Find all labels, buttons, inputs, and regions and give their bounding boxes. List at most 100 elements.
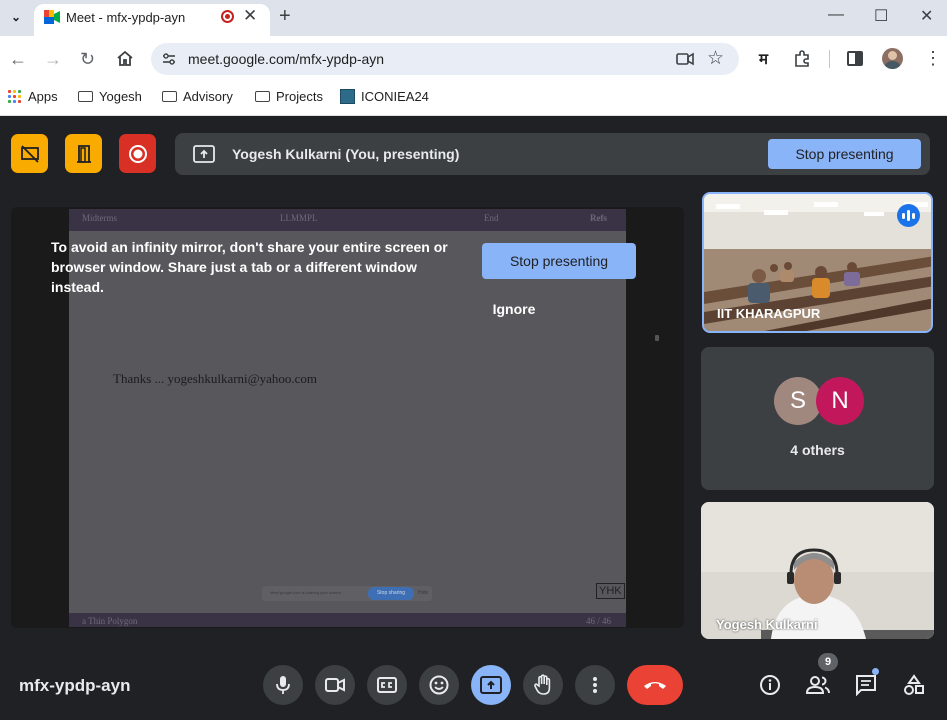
microphone-button[interactable] — [263, 665, 303, 705]
present-screen-icon — [193, 145, 215, 168]
record-icon — [128, 144, 147, 163]
microphone-icon — [276, 676, 290, 694]
door-icon — [76, 144, 91, 163]
chat-notification-dot — [872, 668, 879, 675]
slide-footer-left: a Thin Polygon — [82, 616, 138, 626]
participant-name: Yogesh Kulkarni — [716, 617, 818, 632]
minimize-icon[interactable]: — — [828, 6, 844, 24]
more-options-button[interactable] — [575, 665, 615, 705]
mini-share-banner: Meet.google.com is sharing your screen S… — [262, 586, 432, 601]
end-call-icon — [644, 682, 666, 689]
leave-call-button[interactable] — [627, 665, 683, 705]
reload-icon[interactable]: ↻ — [80, 49, 95, 70]
shapes-icon — [904, 674, 924, 695]
others-label: 4 others — [790, 442, 845, 458]
stop-presenting-button[interactable]: Stop presenting — [768, 139, 921, 169]
reactions-button[interactable] — [419, 665, 459, 705]
speaking-indicator-icon — [897, 204, 920, 227]
avatar: N — [816, 377, 864, 425]
profile-avatar[interactable] — [882, 48, 903, 69]
warning-stop-presenting-button[interactable]: Stop presenting — [482, 243, 636, 279]
mini-hide: Hide — [418, 590, 429, 596]
site-settings-icon[interactable] — [162, 52, 176, 71]
no-present-icon — [20, 144, 39, 163]
emoji-icon — [429, 675, 449, 695]
present-now-button[interactable] — [471, 665, 511, 705]
bookmark-label: Apps — [28, 89, 58, 104]
chat-button[interactable] — [853, 672, 879, 698]
participant-tile-others[interactable] — [701, 347, 934, 490]
bookmark-projects[interactable]: Projects — [255, 89, 323, 104]
slide-header-item: LLMMPL — [280, 213, 318, 223]
apps-grid-icon — [8, 89, 22, 104]
participant-count-badge: 9 — [818, 653, 838, 671]
raise-hand-button[interactable] — [523, 665, 563, 705]
avatar: S — [774, 377, 822, 425]
forward-icon[interactable]: → — [44, 49, 62, 70]
recording-button[interactable] — [119, 134, 156, 173]
mini-share-text: Meet.google.com is sharing your screen — [270, 590, 341, 595]
slide-header-item: Midterms — [82, 213, 117, 223]
more-vert-icon — [593, 677, 597, 693]
meeting-safety-button[interactable] — [65, 134, 102, 173]
slide-page-number: 46 / 46 — [586, 616, 612, 626]
host-controls-button[interactable] — [11, 134, 48, 173]
present-screen-icon — [480, 676, 502, 694]
maximize-icon[interactable]: ☐ — [874, 6, 888, 26]
people-button[interactable] — [805, 672, 831, 698]
presenting-text: Yogesh Kulkarni (You, presenting) — [232, 146, 460, 162]
bookmark-yogesh[interactable]: Yogesh — [78, 89, 142, 104]
info-icon — [760, 675, 780, 695]
close-window-icon[interactable]: ✕ — [920, 6, 933, 26]
bookmark-advisory[interactable]: Advisory — [162, 89, 233, 104]
hand-icon — [534, 674, 551, 695]
mini-stop-sharing: Stop sharing — [368, 587, 414, 600]
infinity-mirror-warning: To avoid an infinity mirror, don't share… — [51, 239, 448, 295]
bookmark-label: ICONIEA24 — [361, 89, 429, 104]
bookmark-star-icon[interactable]: ☆ — [707, 47, 724, 70]
site-icon — [340, 89, 355, 104]
camera-button[interactable] — [315, 665, 355, 705]
meeting-code: mfx-ypdp-ayn — [19, 676, 131, 695]
slide-header-bar — [69, 209, 626, 231]
bookmarks-bar — [0, 82, 947, 116]
close-tab-icon[interactable]: ✕ — [243, 6, 257, 26]
side-panel-icon[interactable] — [847, 51, 863, 66]
participant-name: IIT KHARAGPUR — [717, 306, 821, 321]
folder-icon — [162, 91, 177, 102]
bookmark-apps[interactable]: Apps — [8, 89, 58, 104]
people-icon — [806, 676, 830, 694]
profile-extension-icon[interactable]: म — [759, 49, 768, 69]
back-icon[interactable]: ← — [9, 49, 27, 70]
new-tab-icon[interactable]: + — [279, 5, 291, 28]
browser-menu-icon[interactable]: ⋮ — [924, 48, 942, 69]
ignore-button[interactable]: Ignore — [482, 301, 546, 317]
meeting-details-button[interactable] — [757, 672, 783, 698]
camera-icon — [325, 678, 345, 692]
url-text[interactable]: meet.google.com/mfx-ypdp-ayn — [188, 51, 384, 67]
bookmark-label: Yogesh — [99, 89, 142, 104]
meet-favicon-icon — [44, 10, 60, 24]
tab-search-button[interactable]: ⌄ — [5, 6, 27, 28]
bookmark-iconiea24[interactable]: ICONIEA24 — [340, 89, 429, 104]
captions-icon — [377, 677, 397, 693]
slide-header-item: Refs — [590, 213, 607, 223]
camera-in-use-icon[interactable] — [676, 52, 694, 71]
extensions-icon[interactable] — [793, 50, 811, 73]
folder-icon — [255, 91, 270, 102]
chat-icon — [856, 675, 876, 696]
cursor-mark — [655, 335, 659, 341]
toolbar-divider — [829, 50, 830, 68]
slide-footer-bar — [69, 613, 626, 627]
bookmark-label: Projects — [276, 89, 323, 104]
tab-title: Meet - mfx-ypdp-ayn — [66, 10, 186, 25]
slide-header-item: End — [484, 213, 499, 223]
slide-logo: YHK — [596, 583, 625, 599]
recording-indicator-icon — [221, 10, 234, 23]
activities-button[interactable] — [901, 672, 927, 698]
home-icon[interactable] — [116, 50, 134, 71]
slide-body-text: Thanks ... yogeshkulkarni@yahoo.com — [113, 371, 318, 386]
folder-icon — [78, 91, 93, 102]
bookmark-label: Advisory — [183, 89, 233, 104]
captions-button[interactable] — [367, 665, 407, 705]
